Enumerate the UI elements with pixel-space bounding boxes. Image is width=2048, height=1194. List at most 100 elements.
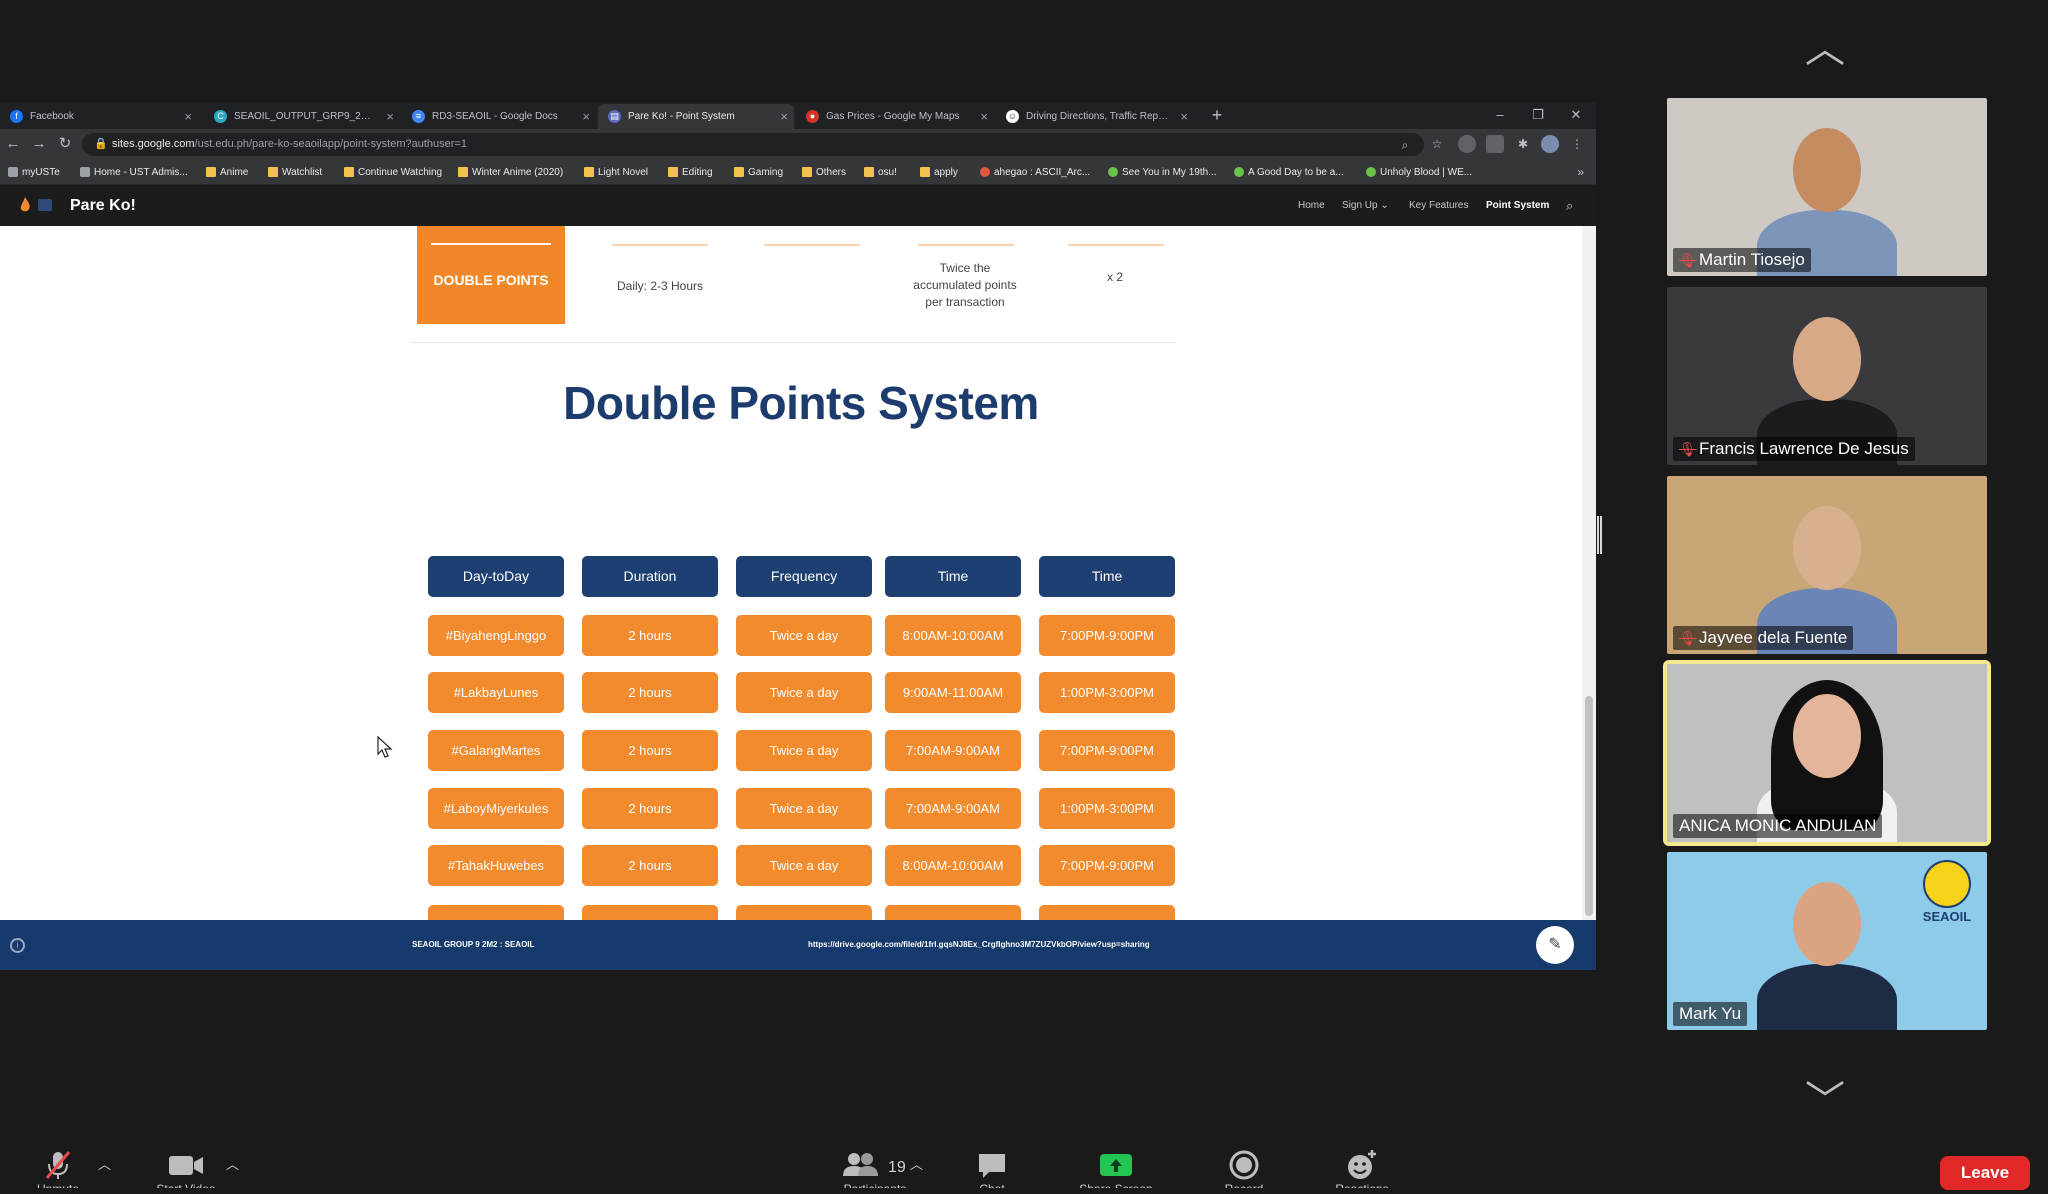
bookmark-item[interactable]: Others [802,160,846,185]
site-nav-item[interactable]: Key Features [1409,185,1468,226]
puzzle-icon[interactable]: ✱ [1514,135,1532,153]
bookmark-label: See You in My 19th... [1122,167,1217,178]
table-cell: 2 hours [582,615,718,656]
reload-icon[interactable]: ↻ [55,134,75,154]
site-search-icon[interactable]: ⌕ [1566,185,1573,226]
site-nav-item[interactable]: Sign Up ⌄ [1342,185,1389,226]
extension-icon[interactable] [1486,135,1504,153]
chevron-up-icon[interactable]: ︿ [1800,29,1850,69]
bookmark-item[interactable]: Gaming [734,160,783,185]
record-button[interactable]: Record [1204,1148,1284,1194]
table-header: Time [885,556,1021,597]
facebook-icon: f [10,110,23,123]
unmute-button[interactable]: Unmute [18,1148,98,1194]
folder-icon [864,167,874,177]
chat-button[interactable]: Chat [952,1148,1032,1194]
folder-icon [920,167,930,177]
muted-microphone-icon: 🎙 [1679,252,1697,268]
bookmark-item[interactable]: A Good Day to be a... [1234,160,1344,185]
bookmark-label: apply [934,167,958,178]
back-icon[interactable]: ← [3,134,23,154]
chevron-down-icon[interactable]: ﹀ [1800,1081,1850,1121]
zoom-icon[interactable]: ⌕ [1396,136,1414,154]
footer-link[interactable]: https://drive.google.com/file/d/1frl.gqs… [808,920,1150,970]
close-tab-icon[interactable]: × [184,104,192,129]
video-options-caret-icon[interactable]: ︿ [226,1154,239,1173]
bookmark-item[interactable]: Home - UST Admis... [80,160,188,185]
bookmark-item[interactable]: apply [920,160,958,185]
participant-video-tile[interactable]: ANICA MONIC ANDULAN [1663,660,1991,846]
bookmark-item[interactable]: Watchlist [268,160,322,185]
close-tab-icon[interactable]: × [1180,104,1188,129]
participants-caret-icon[interactable]: ︿ [910,1154,923,1173]
bookmark-label: Light Novel [598,167,649,178]
folder-icon [668,167,678,177]
bookmark-item[interactable]: Winter Anime (2020) [458,160,563,185]
participant-video-tile[interactable]: SEAOIL Mark Yu [1667,852,1987,1030]
close-tab-icon[interactable]: × [780,104,788,129]
waze-icon: ☺ [1006,110,1019,123]
page-scrollbar[interactable] [1582,226,1596,920]
browser-tab[interactable]: ≡ RD3-SEAOIL - Google Docs × [402,104,596,129]
bookmark-item[interactable]: ahegao : ASCII_Arc... [980,160,1090,185]
close-tab-icon[interactable]: × [980,104,988,129]
address-bar[interactable]: 🔒 sites.google.com/ust.edu.ph/pare-ko-se… [82,133,1424,156]
footer-text: SEAOIL GROUP 9 2M2 : SEAOIL [412,940,535,949]
close-tab-icon[interactable]: × [582,104,590,129]
audio-options-caret-icon[interactable]: ︿ [98,1154,111,1173]
bookmark-item[interactable]: Anime [206,160,248,185]
close-tab-icon[interactable]: × [386,104,394,129]
site-title[interactable]: Pare Ko! [70,185,136,226]
minimize-icon[interactable]: – [1486,105,1514,125]
day-hashtag-cell: #LibotByernes [428,905,564,920]
table-cell: 1:00PM-3:00PM [1039,905,1175,920]
participant-face [1793,317,1861,401]
tab-strip: f Facebook × C SEAOIL_OUTPUT_GRP9_2M2 - P...… [0,102,1596,129]
profile-avatar-icon[interactable] [1541,135,1559,153]
edit-pencil-icon[interactable]: ✎ [1536,926,1574,964]
lock-icon: 🔒 [94,138,108,150]
share-screen-button[interactable]: Share Screen [1076,1148,1156,1194]
bookmark-item[interactable]: Editing [668,160,713,185]
bookmark-item[interactable]: See You in My 19th... [1108,160,1217,185]
info-icon[interactable]: i [10,938,25,953]
extension-icon[interactable] [1458,135,1476,153]
bookmark-label: Home - UST Admis... [94,167,188,178]
bookmark-item[interactable]: myUSTe [8,160,60,185]
bookmark-item[interactable]: Unholy Blood | WE... [1366,160,1472,185]
view-splitter-handle[interactable] [1597,516,1602,554]
table-cell: 8:00AM-10:00AM [885,845,1021,886]
new-tab-button[interactable]: + [1206,104,1228,126]
bookmark-item[interactable]: osu! [864,160,897,185]
participant-video-tile[interactable]: 🎙 Jayvee dela Fuente [1667,476,1987,654]
restore-icon[interactable]: ❐ [1524,105,1552,125]
bookmark-star-icon[interactable]: ☆ [1428,135,1446,153]
participant-face [1793,506,1861,590]
seaoil-logo-text: SEAOIL [1922,909,1972,924]
bookmark-item[interactable]: Light Novel [584,160,648,185]
participant-name-tag: 🎙 Jayvee dela Fuente [1673,626,1854,650]
kebab-menu-icon[interactable]: ⋮ [1568,135,1586,153]
browser-tab[interactable]: C SEAOIL_OUTPUT_GRP9_2M2 - P... × [204,104,400,129]
participant-video-tile[interactable]: 🎙 Francis Lawrence De Jesus [1667,287,1987,465]
forward-icon[interactable]: → [29,134,49,154]
close-window-icon[interactable]: ✕ [1562,105,1590,125]
browser-tab[interactable]: ▤ Pare Ko! - Point System × [598,104,794,129]
leave-button[interactable]: Leave [1940,1156,2030,1190]
start-video-button[interactable]: Start Video [146,1148,226,1194]
site-nav-item[interactable]: Point System [1486,185,1549,226]
bookmark-favicon-icon [80,167,90,177]
folder-icon [734,167,744,177]
folder-icon [268,167,278,177]
browser-tab[interactable]: ☺ Driving Directions, Traffic Report... × [996,104,1194,129]
browser-tab[interactable]: ● Gas Prices - Google My Maps × [796,104,994,129]
participant-video-tile[interactable]: 🎙 Martin Tiosejo [1667,98,1987,276]
bookmark-item[interactable]: Continue Watching [344,160,442,185]
reactions-button[interactable]: Reactions [1322,1148,1402,1194]
more-bookmarks-icon[interactable]: » [1577,160,1584,185]
browser-tab[interactable]: f Facebook × [0,104,198,129]
table-cell: 2 hours [582,730,718,771]
shared-browser-window: f Facebook × C SEAOIL_OUTPUT_GRP9_2M2 - P...… [0,102,1596,970]
double-points-badge: DOUBLE POINTS [417,226,565,324]
site-nav-item[interactable]: Home [1298,185,1325,226]
